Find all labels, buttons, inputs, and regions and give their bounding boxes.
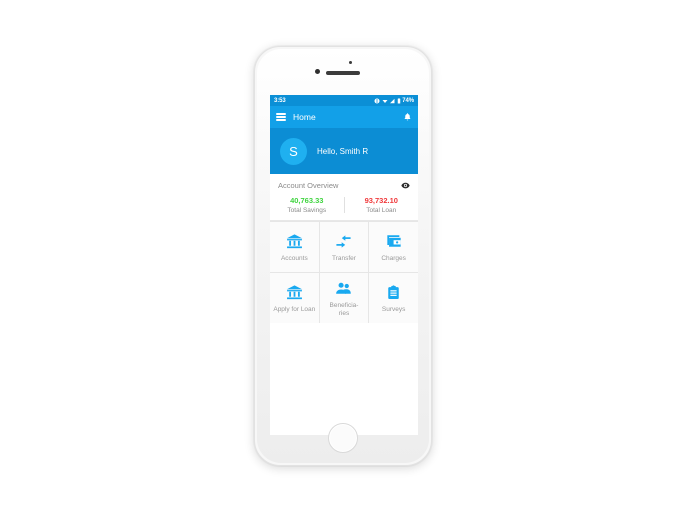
- hamburger-menu-icon[interactable]: [276, 113, 286, 121]
- tile-surveys[interactable]: Surveys: [369, 273, 418, 323]
- home-button[interactable]: [328, 423, 358, 453]
- tile-transfer[interactable]: Transfer: [319, 222, 369, 272]
- account-overview-title: Account Overview: [278, 181, 339, 190]
- tile-accounts[interactable]: Accounts: [270, 222, 319, 272]
- tile-charges[interactable]: Charges: [369, 222, 418, 272]
- transfer-arrows-icon: [335, 232, 352, 251]
- stat-total-savings: 40,763.33 Total Savings: [270, 196, 344, 214]
- screenshot-canvas: 3:53 74% Home S Hello, Smith R Account O…: [0, 0, 685, 507]
- tile-apply-for-loan[interactable]: Apply for Loan: [270, 273, 319, 323]
- status-bar-time: 3:53: [274, 97, 286, 104]
- front-camera-icon: [315, 69, 320, 74]
- stat-value: 93,732.10: [364, 196, 398, 205]
- battery-icon: [397, 97, 401, 103]
- tile-label: Apply for Loan: [273, 305, 316, 313]
- tile-label: Accounts: [280, 254, 308, 262]
- tile-label: Charges: [381, 254, 406, 262]
- bank-icon: [286, 232, 303, 251]
- app-bar: Home: [270, 106, 418, 128]
- greeting-text: Hello, Smith R: [317, 146, 369, 156]
- stat-total-loan: 93,732.10 Total Loan: [345, 196, 419, 214]
- status-bar-indicators: 74%: [374, 98, 414, 104]
- tile-label: Beneficia- ries: [329, 302, 359, 317]
- account-overview-header: Account Overview: [270, 181, 418, 196]
- signal-icon: [390, 98, 395, 103]
- avatar: S: [280, 137, 307, 165]
- stat-label: Total Savings: [287, 207, 327, 214]
- people-icon: [335, 279, 352, 298]
- stat-value: 40,763.33: [290, 196, 324, 205]
- tile-beneficiaries[interactable]: Beneficia- ries: [319, 273, 369, 323]
- tile-label: Surveys: [381, 305, 406, 313]
- location-icon: [374, 98, 380, 103]
- eye-visibility-icon[interactable]: [401, 181, 410, 190]
- tile-label: Transfer: [332, 254, 356, 262]
- status-bar: 3:53 74%: [270, 95, 418, 106]
- wallet-icon: [386, 232, 402, 251]
- profile-header: S Hello, Smith R: [270, 128, 418, 174]
- bell-icon[interactable]: [403, 112, 412, 122]
- clipboard-icon: [386, 283, 401, 302]
- bank-icon: [286, 283, 303, 302]
- account-overview-card: Account Overview 40,763.33 Total Savings: [270, 174, 418, 221]
- quick-action-grid: Accounts Transfer Charges Apply for Loan…: [270, 221, 418, 323]
- account-stats-row: 40,763.33 Total Savings 93,732.10 Total …: [270, 196, 418, 214]
- earpiece-speaker: [326, 71, 360, 75]
- stat-label: Total Loan: [366, 207, 397, 214]
- phone-frame: 3:53 74% Home S Hello, Smith R Account O…: [254, 46, 432, 466]
- sensor-dot-icon: [349, 61, 352, 64]
- phone-screen: 3:53 74% Home S Hello, Smith R Account O…: [270, 95, 418, 435]
- wifi-icon: [382, 99, 388, 103]
- battery-percentage: 74%: [402, 97, 414, 104]
- page-title: Home: [293, 112, 316, 122]
